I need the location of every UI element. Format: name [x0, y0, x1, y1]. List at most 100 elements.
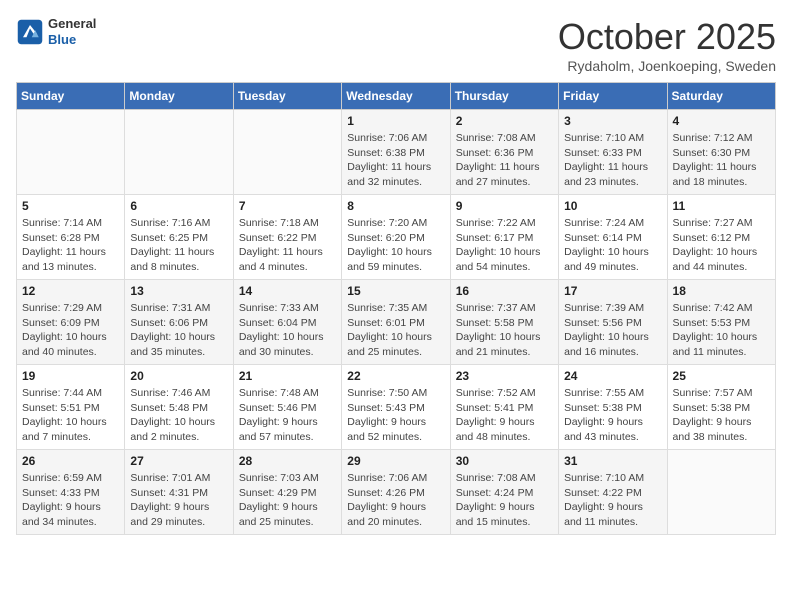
calendar-cell: 21 Sunrise: 7:48 AM Sunset: 5:46 PM Dayli…: [233, 365, 341, 450]
day-info: Sunrise: 7:37 AM Sunset: 5:58 PM Dayligh…: [456, 301, 553, 360]
calendar-cell: 10 Sunrise: 7:24 AM Sunset: 6:14 PM Dayli…: [559, 195, 667, 280]
calendar-cell: 18 Sunrise: 7:42 AM Sunset: 5:53 PM Dayli…: [667, 280, 775, 365]
calendar-cell: 17Sunrise: 7:39 AM Sunset: 5:56 PM Dayli…: [559, 280, 667, 365]
day-info: Sunrise: 7:33 AM Sunset: 6:04 PM Dayligh…: [239, 301, 336, 360]
calendar-cell: 19 Sunrise: 7:44 AM Sunset: 5:51 PM Dayli…: [17, 365, 125, 450]
day-info: Sunrise: 7:55 AM Sunset: 5:38 PM Dayligh…: [564, 386, 661, 445]
day-number: 18: [673, 284, 770, 298]
day-info: Sunrise: 7:16 AM Sunset: 6:25 PM Dayligh…: [130, 216, 227, 275]
day-info: Sunrise: 6:59 AM Sunset: 4:33 PM Dayligh…: [22, 471, 119, 530]
calendar-cell: 13 Sunrise: 7:31 AM Sunset: 6:06 PM Dayli…: [125, 280, 233, 365]
day-number: 3: [564, 114, 661, 128]
calendar-cell: 5Sunrise: 7:14 AM Sunset: 6:28 PM Daylig…: [17, 195, 125, 280]
day-info: Sunrise: 7:20 AM Sunset: 6:20 PM Dayligh…: [347, 216, 444, 275]
day-number: 7: [239, 199, 336, 213]
day-number: 15: [347, 284, 444, 298]
day-info: Sunrise: 7:35 AM Sunset: 6:01 PM Dayligh…: [347, 301, 444, 360]
day-number: 20: [130, 369, 227, 383]
page-header: General Blue October 2025 Rydaholm, Joen…: [16, 16, 776, 74]
title-block: October 2025 Rydaholm, Joenkoeping, Swed…: [558, 16, 776, 74]
calendar-cell: 23 Sunrise: 7:52 AM Sunset: 5:41 PM Dayli…: [450, 365, 558, 450]
day-number: 4: [673, 114, 770, 128]
calendar-cell: 30Sunrise: 7:08 AM Sunset: 4:24 PM Dayli…: [450, 450, 558, 535]
day-info: Sunrise: 7:22 AM Sunset: 6:17 PM Dayligh…: [456, 216, 553, 275]
day-info: Sunrise: 7:14 AM Sunset: 6:28 PM Dayligh…: [22, 216, 119, 275]
calendar-cell: 20 Sunrise: 7:46 AM Sunset: 5:48 PM Dayli…: [125, 365, 233, 450]
calendar-cell: 11 Sunrise: 7:27 AM Sunset: 6:12 PM Dayli…: [667, 195, 775, 280]
day-number: 11: [673, 199, 770, 213]
day-number: 9: [456, 199, 553, 213]
weekday-header-saturday: Saturday: [667, 83, 775, 110]
day-info: Sunrise: 7:18 AM Sunset: 6:22 PM Dayligh…: [239, 216, 336, 275]
logo-line2: Blue: [48, 32, 96, 48]
calendar-cell: 24 Sunrise: 7:55 AM Sunset: 5:38 PM Dayli…: [559, 365, 667, 450]
day-number: 6: [130, 199, 227, 213]
month-title: October 2025: [558, 16, 776, 58]
calendar-cell: [667, 450, 775, 535]
day-number: 16: [456, 284, 553, 298]
day-number: 22: [347, 369, 444, 383]
day-info: Sunrise: 7:52 AM Sunset: 5:41 PM Dayligh…: [456, 386, 553, 445]
day-info: Sunrise: 7:46 AM Sunset: 5:48 PM Dayligh…: [130, 386, 227, 445]
day-info: Sunrise: 7:44 AM Sunset: 5:51 PM Dayligh…: [22, 386, 119, 445]
day-number: 24: [564, 369, 661, 383]
day-info: Sunrise: 7:50 AM Sunset: 5:43 PM Dayligh…: [347, 386, 444, 445]
calendar-cell: 26 Sunrise: 6:59 AM Sunset: 4:33 PM Dayli…: [17, 450, 125, 535]
day-info: Sunrise: 7:03 AM Sunset: 4:29 PM Dayligh…: [239, 471, 336, 530]
weekday-header-row: SundayMondayTuesdayWednesdayThursdayFrid…: [17, 83, 776, 110]
day-info: Sunrise: 7:42 AM Sunset: 5:53 PM Dayligh…: [673, 301, 770, 360]
calendar-cell: 27 Sunrise: 7:01 AM Sunset: 4:31 PM Dayli…: [125, 450, 233, 535]
calendar-cell: 8 Sunrise: 7:20 AM Sunset: 6:20 PM Daylig…: [342, 195, 450, 280]
day-number: 10: [564, 199, 661, 213]
weekday-header-sunday: Sunday: [17, 83, 125, 110]
day-number: 8: [347, 199, 444, 213]
calendar-cell: 31Sunrise: 7:10 AM Sunset: 4:22 PM Dayli…: [559, 450, 667, 535]
day-info: Sunrise: 7:24 AM Sunset: 6:14 PM Dayligh…: [564, 216, 661, 275]
calendar-cell: 14Sunrise: 7:33 AM Sunset: 6:04 PM Dayli…: [233, 280, 341, 365]
calendar-cell: 4 Sunrise: 7:12 AM Sunset: 6:30 PM Daylig…: [667, 110, 775, 195]
logo: General Blue: [16, 16, 96, 47]
calendar-week-row: 1 Sunrise: 7:06 AM Sunset: 6:38 PM Daylig…: [17, 110, 776, 195]
calendar-cell: 29 Sunrise: 7:06 AM Sunset: 4:26 PM Dayli…: [342, 450, 450, 535]
weekday-header-monday: Monday: [125, 83, 233, 110]
calendar-week-row: 26 Sunrise: 6:59 AM Sunset: 4:33 PM Dayli…: [17, 450, 776, 535]
day-info: Sunrise: 7:31 AM Sunset: 6:06 PM Dayligh…: [130, 301, 227, 360]
calendar-cell: 25 Sunrise: 7:57 AM Sunset: 5:38 PM Dayli…: [667, 365, 775, 450]
day-info: Sunrise: 7:48 AM Sunset: 5:46 PM Dayligh…: [239, 386, 336, 445]
calendar-cell: 1 Sunrise: 7:06 AM Sunset: 6:38 PM Daylig…: [342, 110, 450, 195]
calendar-cell: 28 Sunrise: 7:03 AM Sunset: 4:29 PM Dayli…: [233, 450, 341, 535]
calendar-cell: [17, 110, 125, 195]
day-info: Sunrise: 7:08 AM Sunset: 4:24 PM Dayligh…: [456, 471, 553, 530]
day-info: Sunrise: 7:39 AM Sunset: 5:56 PM Dayligh…: [564, 301, 661, 360]
day-number: 13: [130, 284, 227, 298]
day-number: 1: [347, 114, 444, 128]
day-info: Sunrise: 7:08 AM Sunset: 6:36 PM Dayligh…: [456, 131, 553, 190]
day-number: 19: [22, 369, 119, 383]
day-info: Sunrise: 7:01 AM Sunset: 4:31 PM Dayligh…: [130, 471, 227, 530]
day-number: 28: [239, 454, 336, 468]
day-number: 23: [456, 369, 553, 383]
day-number: 27: [130, 454, 227, 468]
logo-line1: General: [48, 16, 96, 32]
calendar-cell: 15 Sunrise: 7:35 AM Sunset: 6:01 PM Dayli…: [342, 280, 450, 365]
calendar-week-row: 12Sunrise: 7:29 AM Sunset: 6:09 PM Dayli…: [17, 280, 776, 365]
day-number: 25: [673, 369, 770, 383]
calendar-cell: [233, 110, 341, 195]
day-info: Sunrise: 7:27 AM Sunset: 6:12 PM Dayligh…: [673, 216, 770, 275]
calendar-cell: 7 Sunrise: 7:18 AM Sunset: 6:22 PM Daylig…: [233, 195, 341, 280]
day-number: 26: [22, 454, 119, 468]
calendar-cell: 22 Sunrise: 7:50 AM Sunset: 5:43 PM Dayli…: [342, 365, 450, 450]
calendar-week-row: 19 Sunrise: 7:44 AM Sunset: 5:51 PM Dayli…: [17, 365, 776, 450]
day-info: Sunrise: 7:06 AM Sunset: 6:38 PM Dayligh…: [347, 131, 444, 190]
day-number: 29: [347, 454, 444, 468]
day-info: Sunrise: 7:10 AM Sunset: 6:33 PM Dayligh…: [564, 131, 661, 190]
weekday-header-tuesday: Tuesday: [233, 83, 341, 110]
calendar-cell: 12Sunrise: 7:29 AM Sunset: 6:09 PM Dayli…: [17, 280, 125, 365]
calendar-table: SundayMondayTuesdayWednesdayThursdayFrid…: [16, 82, 776, 535]
day-number: 2: [456, 114, 553, 128]
day-info: Sunrise: 7:10 AM Sunset: 4:22 PM Dayligh…: [564, 471, 661, 530]
day-info: Sunrise: 7:12 AM Sunset: 6:30 PM Dayligh…: [673, 131, 770, 190]
day-number: 21: [239, 369, 336, 383]
day-info: Sunrise: 7:57 AM Sunset: 5:38 PM Dayligh…: [673, 386, 770, 445]
day-info: Sunrise: 7:06 AM Sunset: 4:26 PM Dayligh…: [347, 471, 444, 530]
